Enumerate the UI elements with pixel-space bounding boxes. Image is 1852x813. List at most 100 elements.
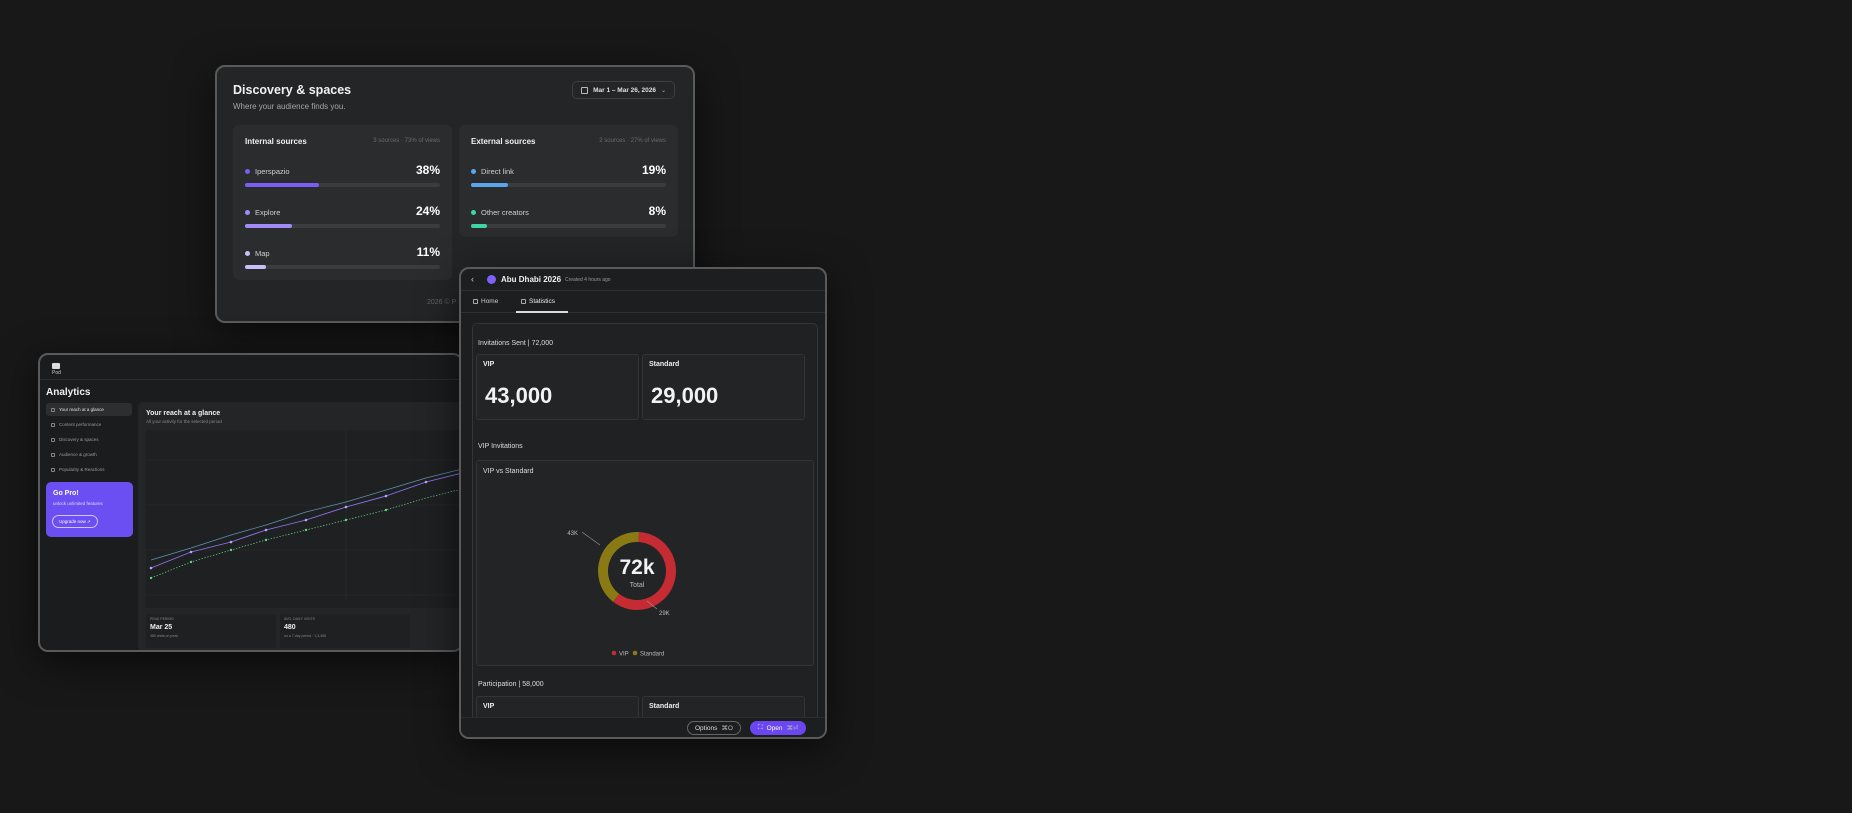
chart-icon: [51, 407, 55, 412]
progress-fill: [471, 224, 487, 228]
tab-statistics[interactable]: Statistics: [521, 298, 555, 305]
event-name: Abu Dhabi 2026: [501, 275, 562, 284]
sidebar-item-discovery[interactable]: Discovery & spaces: [46, 433, 132, 446]
back-chevron-icon[interactable]: ‹: [471, 274, 474, 284]
go-pro-subtitle: unlock unlimited features: [53, 501, 103, 506]
internal-sources-meta: 3 sources · 73% of views: [373, 138, 440, 144]
sidebar-item-content[interactable]: Content performance: [46, 418, 132, 431]
donut-center-value: 72k: [619, 556, 654, 579]
external-sources-card: External sources 2 sources · 27% of view…: [459, 125, 678, 237]
std-callout-label: 29K: [659, 611, 670, 617]
progress-fill: [245, 183, 320, 187]
sidebar-item-audience[interactable]: Audience & growth: [46, 448, 132, 461]
active-tab-indicator: [516, 311, 568, 313]
card-label: Standard: [649, 361, 680, 368]
tab-home[interactable]: Home: [473, 298, 498, 305]
progress-track: [245, 183, 440, 187]
stat-sub: on a 7-day period · 1,3,456: [284, 634, 327, 638]
home-icon: [473, 299, 478, 304]
sidebar-item-label: Your reach at a glance: [59, 407, 104, 412]
heart-icon: [51, 467, 55, 472]
card-value: 29,000: [651, 383, 719, 408]
open-shortcut: ⌘⏎: [786, 725, 799, 732]
sidebar-item-popularity[interactable]: Popularity & Reactions: [46, 463, 132, 476]
card-label: VIP: [483, 361, 495, 368]
card-label: VIP: [483, 703, 495, 710]
upgrade-button[interactable]: Upgrade now ↗: [52, 515, 98, 528]
progress-fill: [471, 183, 509, 187]
event-avatar: [487, 275, 496, 284]
go-pro-title: Go Pro!: [53, 490, 79, 497]
tab-label: Statistics: [529, 298, 556, 305]
chart-icon: [521, 299, 526, 304]
vip-invitations-card: VIP 43,000: [476, 354, 639, 420]
source-percent: 11%: [416, 245, 440, 259]
source-percent: 24%: [415, 204, 440, 218]
users-icon: [51, 452, 55, 457]
vip-invitations-section-title: VIP Invitations: [478, 443, 523, 450]
logo-icon: [52, 363, 60, 369]
legend-dot-vip: [611, 650, 617, 656]
invitations-section-title: Invitations Sent | 72,000: [478, 340, 553, 347]
sidebar-item-reach[interactable]: Your reach at a glance: [46, 403, 132, 416]
options-label: Options: [695, 724, 718, 732]
donut-center-label: Total: [630, 582, 645, 589]
analytics-window: Pod Analytics Your reach at a glance Con…: [38, 353, 463, 652]
legend-standard: Standard: [640, 652, 664, 658]
source-label: Other creators: [481, 208, 529, 217]
stat-value: 480: [284, 624, 296, 631]
date-range-picker[interactable]: Mar 1 – Mar 26, 2026 ⌄: [572, 81, 675, 99]
progress-fill: [245, 265, 267, 269]
source-percent: 8%: [648, 204, 666, 218]
progress-track: [471, 183, 666, 187]
go-pro-card: Go Pro! unlock unlimited features Upgrad…: [46, 482, 133, 537]
legend-dot: [245, 210, 250, 215]
calendar-icon: [581, 86, 589, 94]
reach-title: Your reach at a glance: [146, 410, 221, 417]
source-percent: 19%: [641, 163, 666, 177]
vip-callout-line: [581, 531, 601, 546]
open-button[interactable]: ⛶ Open ⌘⏎: [750, 721, 807, 735]
source-label: Iperspazio: [255, 167, 290, 176]
chevron-down-icon: ⌄: [660, 87, 666, 94]
event-tabs: Home Statistics: [461, 291, 825, 313]
source-label: Map: [255, 249, 270, 258]
divider: [40, 379, 461, 380]
discovery-title: Discovery & spaces: [233, 83, 352, 97]
stat-value: Mar 25: [150, 624, 173, 631]
analytics-sidebar: Your reach at a glance Content performan…: [46, 403, 132, 478]
source-row-iperspazio: Iperspazio 38%: [245, 163, 440, 191]
action-bar: Options ⌘O ⛶ Open ⌘⏎: [461, 717, 825, 737]
sidebar-item-label: Audience & growth: [59, 452, 97, 457]
stat-label: AVG. DAILY VISITS: [284, 617, 315, 621]
event-created: Created 4 hours ago: [565, 277, 611, 283]
progress-track: [471, 224, 666, 228]
internal-sources-card: Internal sources 3 sources · 73% of view…: [233, 125, 452, 280]
page-title: Analytics: [46, 387, 91, 398]
vip-callout-label: 43K: [567, 531, 578, 537]
donut-chart: 43K 29K 72k Total VIP Standard: [567, 531, 676, 658]
tab-label: Home: [481, 298, 499, 305]
reach-line-chart: [146, 430, 461, 608]
sidebar-item-label: Discovery & spaces: [59, 437, 99, 442]
source-row-explore: Explore 24%: [245, 204, 440, 232]
legend-dot-standard: [632, 650, 638, 656]
participation-section-title: Participation | 58,000: [478, 681, 544, 688]
sidebar-item-label: Content performance: [59, 422, 102, 427]
reach-panel: Your reach at a glance All your activity…: [138, 402, 461, 650]
source-row-other-creators: Other creators 8%: [471, 204, 666, 232]
compass-icon: [51, 437, 55, 442]
stat-sub: 480 visits on peak: [150, 634, 179, 638]
options-shortcut: ⌘O: [721, 725, 733, 732]
legend-dot: [245, 251, 250, 256]
date-range-label: Mar 1 – Mar 26, 2026: [593, 86, 656, 94]
standard-invitations-card: Standard 29,000: [642, 354, 805, 420]
reach-subtitle: All your activity for the selected perio…: [146, 419, 222, 424]
logo-text: Pod: [52, 370, 61, 376]
options-button[interactable]: Options ⌘O: [687, 721, 741, 735]
event-header: ‹ Abu Dhabi 2026 Created 4 hours ago: [461, 269, 825, 291]
series-points: [149, 480, 428, 570]
legend-dot: [471, 169, 476, 174]
external-sources-title: External sources: [471, 137, 536, 146]
statistics-panel: Invitations Sent | 72,000 VIP 43,000 Sta…: [472, 323, 818, 723]
